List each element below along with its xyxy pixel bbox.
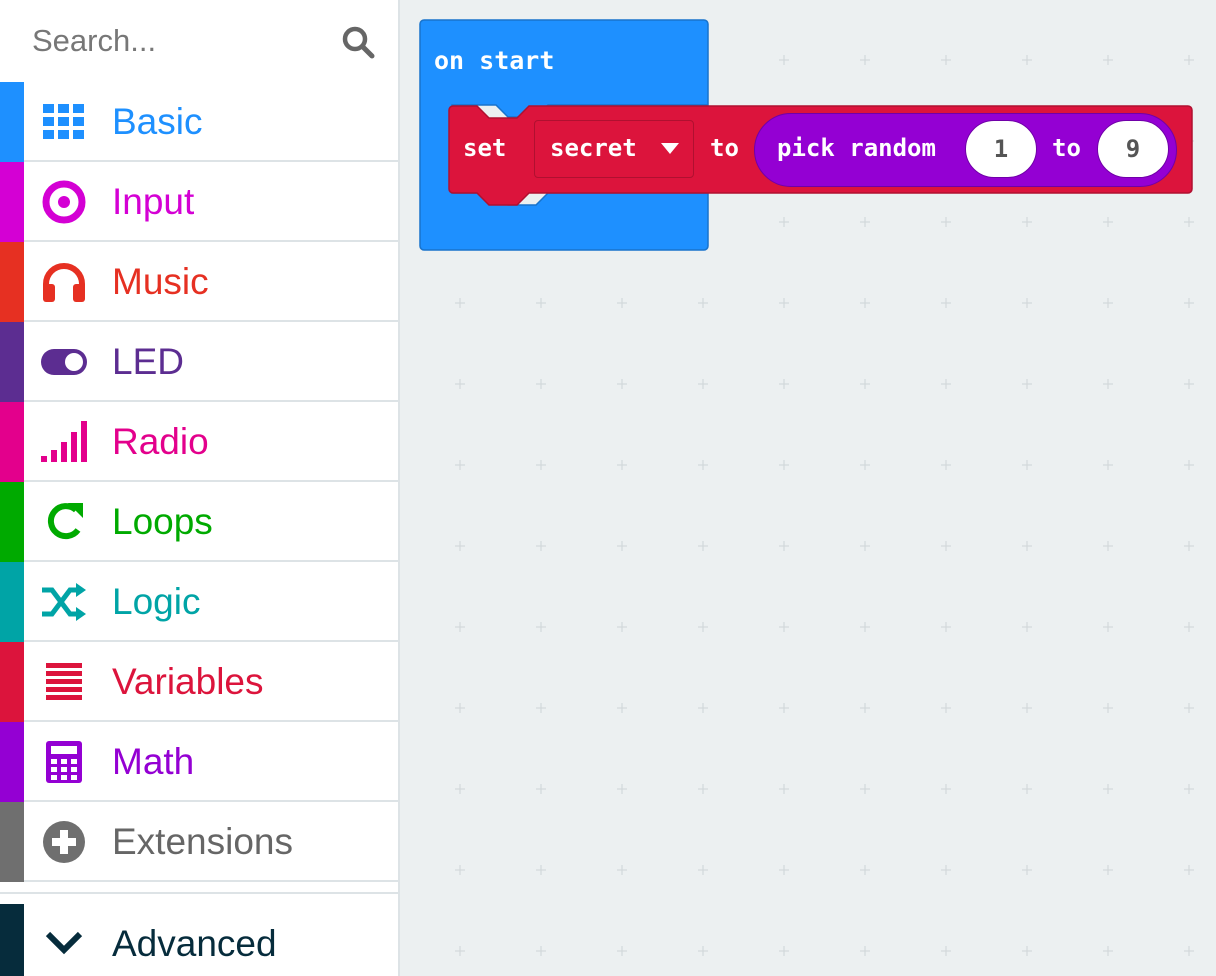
calculator-icon <box>46 741 82 783</box>
category-label: Advanced <box>112 923 277 964</box>
toolbox-search <box>0 0 398 82</box>
category-basic[interactable]: Basic <box>0 82 398 162</box>
category-color-bar <box>0 162 24 242</box>
category-color-bar <box>0 242 24 322</box>
category-color-bar <box>0 482 24 562</box>
category-logic[interactable]: Logic <box>0 562 398 642</box>
search-input[interactable] <box>32 18 322 64</box>
category-label: Radio <box>112 421 209 462</box>
headphones-icon <box>43 263 85 302</box>
signal-bars-icon <box>41 421 87 462</box>
toolbox: Basic Input Music LED <box>0 0 400 976</box>
min-value: 1 <box>993 135 1009 163</box>
variable-name: secret <box>550 134 637 162</box>
category-radio[interactable]: Radio <box>0 402 398 482</box>
category-label: Basic <box>112 101 203 142</box>
blocks-workspace[interactable]: on start set secret to pick random 1 to … <box>400 0 1216 976</box>
shuffle-icon <box>42 583 86 621</box>
set-label: set <box>463 134 507 162</box>
category-label: Extensions <box>112 821 293 862</box>
category-label: Loops <box>112 501 213 542</box>
category-color-bar <box>0 722 24 802</box>
pick-random-label: pick random <box>777 134 936 162</box>
category-music[interactable]: Music <box>0 242 398 322</box>
dropdown-arrow-icon <box>661 143 679 154</box>
category-extensions[interactable]: Extensions <box>0 802 398 882</box>
category-variables[interactable]: Variables <box>0 642 398 722</box>
category-label: Math <box>112 741 195 782</box>
category-color-bar <box>0 802 24 882</box>
toolbox-divider <box>0 892 398 894</box>
category-label: LED <box>112 341 184 382</box>
category-label: Input <box>112 181 195 222</box>
category-color-bar <box>0 562 24 642</box>
max-value-input[interactable]: 9 <box>1097 120 1169 178</box>
loop-arrow-icon <box>47 503 83 540</box>
category-input[interactable]: Input <box>0 162 398 242</box>
category-loops[interactable]: Loops <box>0 482 398 562</box>
pick-to-label: to <box>1052 134 1081 162</box>
on-start-label: on start <box>434 46 555 75</box>
category-math[interactable]: Math <box>0 722 398 802</box>
category-advanced[interactable]: Advanced <box>0 904 398 976</box>
list-lines-icon <box>46 663 82 700</box>
category-color-bar <box>0 642 24 722</box>
search-icon[interactable] <box>340 24 376 60</box>
category-color-bar <box>0 322 24 402</box>
category-label: Variables <box>112 661 264 702</box>
toggle-icon <box>41 349 87 375</box>
plus-circle-icon <box>43 821 85 863</box>
chevron-down-icon <box>45 931 83 955</box>
category-led[interactable]: LED <box>0 322 398 402</box>
min-value-input[interactable]: 1 <box>965 120 1037 178</box>
max-value: 9 <box>1125 135 1141 163</box>
to-label: to <box>710 134 739 162</box>
grid-icon <box>43 104 84 139</box>
category-label: Music <box>112 261 209 302</box>
category-color-bar <box>0 904 24 976</box>
category-label: Logic <box>112 581 201 622</box>
radio-button-icon <box>42 180 86 224</box>
category-color-bar <box>0 402 24 482</box>
category-color-bar <box>0 82 24 162</box>
